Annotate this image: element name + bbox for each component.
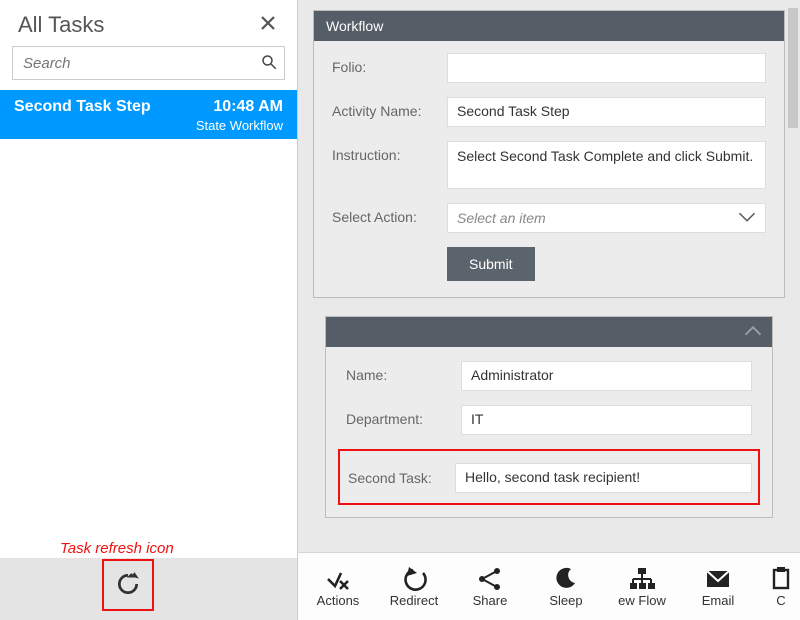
- redirect-icon: [401, 565, 427, 593]
- sidebar-footer: [0, 558, 297, 620]
- view-flow-button[interactable]: ew Flow: [616, 565, 668, 608]
- select-action-dropdown[interactable]: Select an item: [447, 203, 766, 233]
- submit-button[interactable]: Submit: [447, 247, 535, 281]
- task-name: Second Task Step: [14, 98, 151, 116]
- workflow-card-title: Workflow: [326, 18, 383, 34]
- folio-label: Folio:: [332, 53, 447, 75]
- redirect-button[interactable]: Redirect: [388, 565, 440, 608]
- detail-card: Name: Administrator Department: IT Secon…: [325, 316, 773, 518]
- instruction-field: Select Second Task Complete and click Su…: [447, 141, 766, 189]
- department-label: Department:: [346, 405, 461, 427]
- chevron-down-icon: [738, 210, 756, 226]
- activity-field[interactable]: Second Task Step: [447, 97, 766, 127]
- action-toolbar: Actions Redirect Share Sleep: [298, 552, 800, 620]
- search-icon[interactable]: [254, 53, 284, 74]
- flow-icon: [629, 565, 655, 593]
- name-field[interactable]: Administrator: [461, 361, 752, 391]
- select-action-label: Select Action:: [332, 203, 447, 225]
- refresh-highlight: [102, 559, 154, 611]
- refresh-annotation-text: Task refresh icon: [60, 540, 174, 557]
- second-task-label: Second Task:: [346, 470, 455, 486]
- email-button[interactable]: Email: [692, 565, 744, 608]
- folio-field[interactable]: [447, 53, 766, 83]
- share-button[interactable]: Share: [464, 565, 516, 608]
- refresh-icon[interactable]: [115, 571, 141, 600]
- detail-panel: Workflow Folio: Activity Name: Second Ta…: [298, 0, 800, 620]
- task-workflow: State Workflow: [14, 118, 283, 133]
- sidebar-title: All Tasks: [18, 12, 104, 38]
- actions-button[interactable]: Actions: [312, 565, 364, 608]
- share-icon: [477, 565, 503, 593]
- email-icon: [705, 565, 731, 593]
- department-field[interactable]: IT: [461, 405, 752, 435]
- task-list-item[interactable]: Second Task Step 10:48 AM State Workflow: [0, 90, 297, 139]
- scrollbar-thumb[interactable]: [788, 8, 798, 128]
- instruction-label: Instruction:: [332, 141, 447, 163]
- sleep-button[interactable]: Sleep: [540, 565, 592, 608]
- clipboard-icon: [768, 565, 794, 593]
- second-task-highlight: Second Task: Hello, second task recipien…: [338, 449, 760, 505]
- name-label: Name:: [346, 361, 461, 383]
- select-action-placeholder: Select an item: [457, 210, 546, 226]
- activity-label: Activity Name:: [332, 97, 447, 119]
- task-time: 10:48 AM: [213, 98, 283, 116]
- search-input-wrap: [12, 46, 285, 80]
- toolbar-overflow[interactable]: C: [768, 565, 794, 608]
- close-icon[interactable]: [253, 10, 283, 40]
- workflow-card: Workflow Folio: Activity Name: Second Ta…: [313, 10, 785, 298]
- scrollbar[interactable]: [788, 8, 798, 508]
- chevron-up-icon[interactable]: [744, 324, 762, 341]
- tasks-sidebar: All Tasks Second Task Step 10:48 AM Stat…: [0, 0, 298, 620]
- second-task-field[interactable]: Hello, second task recipient!: [455, 463, 752, 493]
- search-input[interactable]: [13, 49, 254, 78]
- actions-icon: [325, 565, 351, 593]
- sleep-icon: [553, 565, 579, 593]
